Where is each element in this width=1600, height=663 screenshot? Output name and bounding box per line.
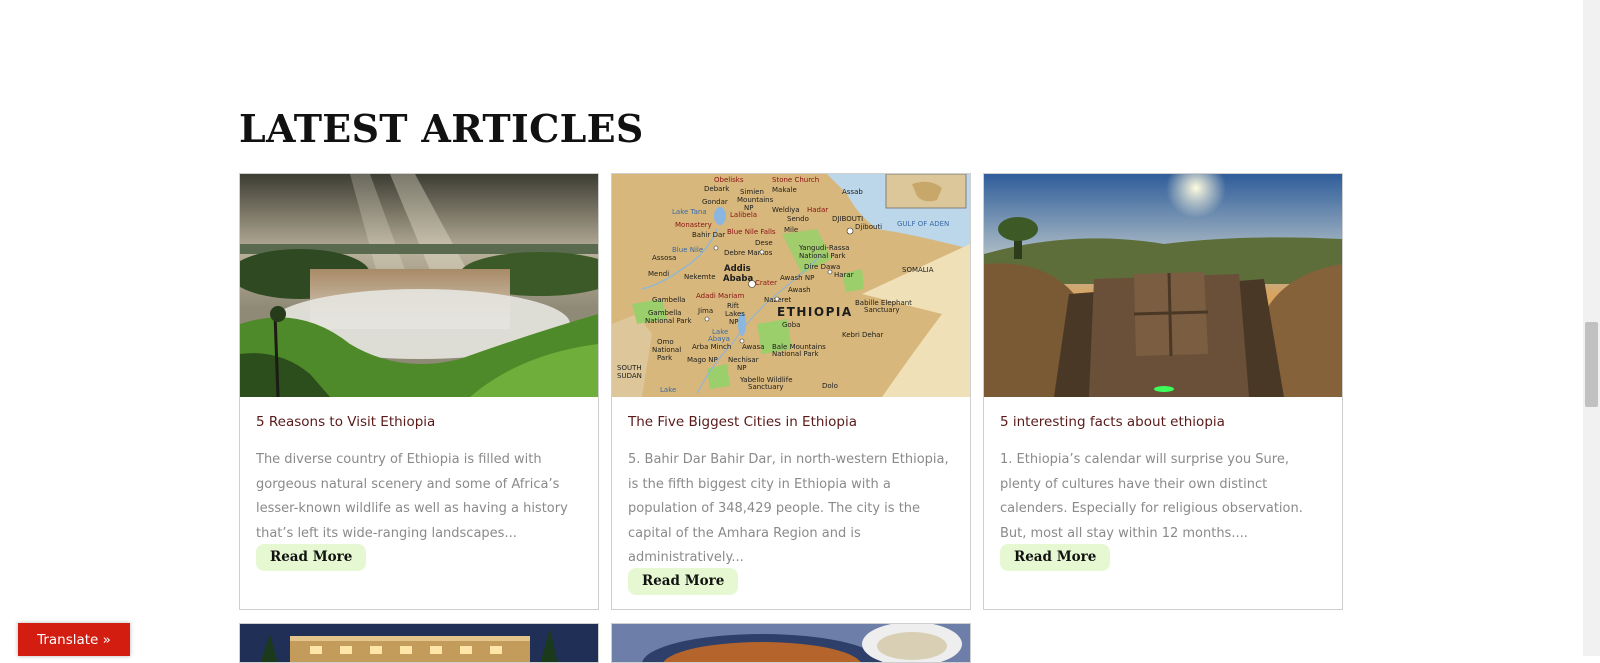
svg-text:Dire Dawa: Dire Dawa — [804, 263, 840, 271]
hotel-photo — [240, 624, 598, 662]
svg-text:SUDAN: SUDAN — [617, 372, 642, 380]
svg-text:DJIBOUTI: DJIBOUTI — [832, 215, 863, 223]
svg-text:Addis: Addis — [724, 264, 751, 274]
article-image-map[interactable]: Obelisks Stone Church Debark Simien Moun… — [612, 174, 970, 397]
svg-text:Lake Tana: Lake Tana — [672, 208, 707, 216]
article-title[interactable]: 5 Reasons to Visit Ethiopia — [256, 414, 435, 430]
svg-text:Awasa: Awasa — [742, 343, 764, 351]
svg-text:Rift: Rift — [727, 302, 739, 310]
svg-text:ETHIOPIA: ETHIOPIA — [777, 305, 853, 319]
svg-text:Gambella: Gambella — [648, 309, 681, 317]
svg-text:National: National — [652, 346, 681, 354]
svg-text:Awash NP: Awash NP — [780, 274, 814, 282]
svg-text:Lakes: Lakes — [725, 310, 745, 318]
svg-text:Yangudi-Rassa: Yangudi-Rassa — [798, 244, 849, 252]
article-excerpt: 5. Bahir Dar Bahir Dar, in north-western… — [628, 452, 949, 565]
svg-text:Lake: Lake — [660, 386, 676, 394]
svg-text:Adadi Mariam: Adadi Mariam — [696, 292, 744, 300]
svg-text:Obelisks: Obelisks — [714, 176, 744, 184]
svg-text:Abaya: Abaya — [708, 335, 730, 343]
svg-text:SOUTH: SOUTH — [617, 364, 642, 372]
scrollbar-thumb[interactable] — [1585, 322, 1598, 407]
svg-text:Mago NP: Mago NP — [687, 356, 718, 364]
food-photo — [612, 624, 970, 662]
svg-text:National Park: National Park — [645, 317, 692, 325]
ethiopia-map: Obelisks Stone Church Debark Simien Moun… — [612, 174, 970, 397]
svg-text:Debark: Debark — [704, 185, 730, 193]
svg-text:Mountains: Mountains — [737, 196, 774, 204]
waterfall-photo — [240, 174, 598, 397]
svg-text:SOMALIA: SOMALIA — [902, 266, 934, 274]
svg-text:National Park: National Park — [772, 350, 819, 358]
svg-text:Sanctuary: Sanctuary — [864, 306, 900, 314]
svg-text:Gambella: Gambella — [652, 296, 685, 304]
svg-text:Nechisar: Nechisar — [728, 356, 759, 364]
svg-text:Lalibela: Lalibela — [730, 211, 757, 219]
article-card: 5 Reasons to Visit Ethiopia The diverse … — [239, 173, 599, 610]
article-excerpt: 1. Ethiopia’s calendar will surprise you… — [1000, 452, 1303, 541]
svg-text:GULF OF ADEN: GULF OF ADEN — [897, 220, 949, 228]
svg-text:Hadar: Hadar — [807, 206, 828, 214]
svg-text:Harar: Harar — [834, 271, 854, 279]
translate-button[interactable]: Translate » — [18, 623, 130, 656]
svg-text:Stone Church: Stone Church — [772, 176, 819, 184]
article-image-rock-church[interactable] — [984, 174, 1342, 397]
svg-text:Assab: Assab — [842, 188, 863, 196]
read-more-button[interactable]: Read More — [628, 568, 739, 595]
svg-text:National Park: National Park — [799, 252, 846, 260]
svg-text:Goba: Goba — [782, 321, 800, 329]
svg-text:Djibouti: Djibouti — [855, 223, 882, 231]
svg-text:Awash: Awash — [788, 286, 811, 294]
svg-text:Sanctuary: Sanctuary — [748, 383, 784, 391]
svg-text:Crater: Crater — [755, 279, 777, 287]
read-more-button[interactable]: Read More — [1000, 544, 1111, 571]
svg-text:Bahir Dar: Bahir Dar — [692, 231, 725, 239]
article-title[interactable]: 5 interesting facts about ethiopia — [1000, 414, 1225, 430]
article-card-hotel-image[interactable] — [239, 623, 599, 663]
svg-text:Mendi: Mendi — [648, 270, 669, 278]
svg-text:Gondar: Gondar — [702, 198, 728, 206]
svg-text:NP: NP — [737, 364, 746, 372]
page-scrollbar[interactable] — [1583, 0, 1600, 656]
svg-text:Debre Markos: Debre Markos — [724, 249, 773, 257]
svg-text:Omo: Omo — [657, 338, 674, 346]
svg-text:Monastery: Monastery — [675, 221, 712, 229]
svg-text:Nekemte: Nekemte — [684, 273, 716, 281]
svg-text:NP: NP — [729, 318, 738, 326]
svg-text:Makale: Makale — [772, 186, 797, 194]
article-image-waterfall[interactable] — [240, 174, 598, 397]
svg-text:Weldiya: Weldiya — [772, 206, 800, 214]
svg-text:Arba Minch: Arba Minch — [692, 343, 731, 351]
svg-text:Park: Park — [657, 354, 673, 362]
article-card: 5 interesting facts about ethiopia 1. Et… — [983, 173, 1343, 610]
svg-text:Simien: Simien — [740, 188, 764, 196]
article-excerpt: The diverse country of Ethiopia is fille… — [256, 452, 568, 541]
svg-text:Blue Nile Falls: Blue Nile Falls — [727, 228, 776, 236]
svg-text:Jima: Jima — [697, 307, 713, 315]
article-title[interactable]: The Five Biggest Cities in Ethiopia — [628, 414, 857, 430]
svg-text:Blue Nile: Blue Nile — [672, 246, 703, 254]
article-card: Obelisks Stone Church Debark Simien Moun… — [611, 173, 971, 610]
read-more-button[interactable]: Read More — [256, 544, 367, 571]
svg-text:Assosa: Assosa — [652, 254, 676, 262]
svg-text:Dese: Dese — [755, 239, 773, 247]
svg-text:Sendo: Sendo — [787, 215, 809, 223]
svg-text:Kebri Dehar: Kebri Dehar — [842, 331, 883, 339]
svg-text:Mile: Mile — [784, 226, 798, 234]
rock-church-photo — [984, 174, 1342, 397]
article-card-food-image[interactable] — [611, 623, 971, 663]
section-title: LATEST ARTICLES — [239, 106, 644, 151]
svg-text:Dolo: Dolo — [822, 382, 838, 390]
